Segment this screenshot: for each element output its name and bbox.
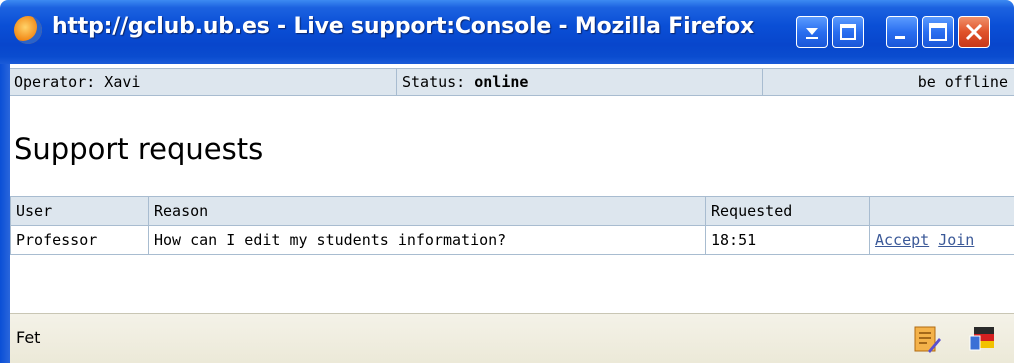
window-title: http://gclub.ub.es - Live support:Consol… xyxy=(52,14,755,39)
join-link[interactable]: Join xyxy=(938,231,974,249)
table-header-row: User Reason Requested xyxy=(10,196,1014,226)
minimize-button[interactable] xyxy=(886,16,918,48)
window-left-border xyxy=(0,64,10,363)
edit-note-icon[interactable] xyxy=(912,324,942,358)
cell-requested: 18:51 xyxy=(705,225,870,255)
window-frame-icon xyxy=(840,24,856,40)
firefox-icon xyxy=(14,16,42,44)
maximize-icon xyxy=(929,23,947,41)
status-bar-text: Fet xyxy=(16,328,41,347)
window-titlebar[interactable]: http://gclub.ub.es - Live support:Consol… xyxy=(0,0,1014,64)
status-label: Status: xyxy=(402,73,475,91)
divider xyxy=(762,69,763,95)
operator-label: Operator: Xavi xyxy=(14,73,141,91)
flag-icon[interactable] xyxy=(968,324,998,358)
close-button[interactable] xyxy=(958,16,990,48)
menu-dropdown-button[interactable] xyxy=(796,16,828,48)
page-title: Support requests xyxy=(14,132,264,166)
cell-actions: Accept Join xyxy=(869,225,1014,255)
status-text: Status: online xyxy=(402,69,528,95)
divider xyxy=(396,69,397,95)
cell-user: Professor xyxy=(10,225,149,255)
column-header-actions xyxy=(869,196,1014,226)
accept-link[interactable]: Accept xyxy=(875,231,929,249)
status-value: online xyxy=(474,73,529,91)
operator-info-bar: Operator: Xavi Status: online be offline xyxy=(10,68,1014,96)
pip-button[interactable] xyxy=(832,16,864,48)
maximize-button[interactable] xyxy=(922,16,954,48)
close-icon xyxy=(965,23,983,41)
status-bar: Fet xyxy=(10,313,1014,363)
column-header-requested: Requested xyxy=(705,196,870,226)
be-offline-link[interactable]: be offline xyxy=(918,69,1008,95)
cell-reason: How can I edit my students information? xyxy=(148,225,706,255)
column-header-user: User xyxy=(10,196,149,226)
column-header-reason: Reason xyxy=(148,196,706,226)
dropdown-arrow-icon xyxy=(806,28,818,39)
table-row: Professor How can I edit my students inf… xyxy=(10,225,1014,255)
support-requests-table: User Reason Requested Professor How can … xyxy=(10,196,1014,255)
minimize-icon xyxy=(895,36,905,39)
